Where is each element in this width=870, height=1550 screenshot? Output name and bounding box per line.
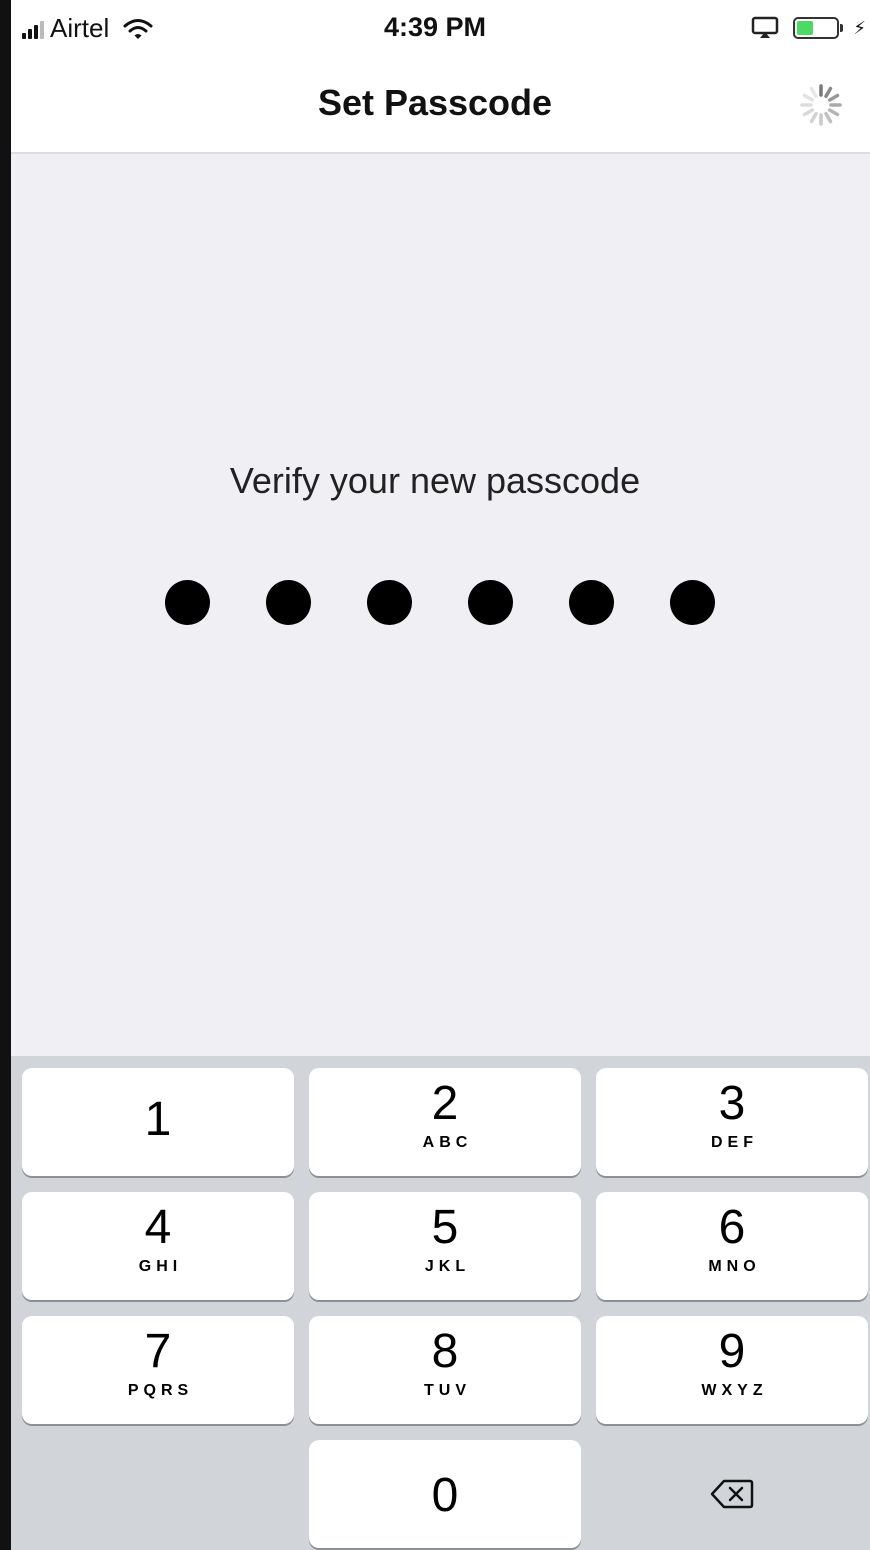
key-digit: 0 [431, 1469, 459, 1522]
key-digit: 4 [144, 1201, 172, 1254]
key-digit: 9 [718, 1325, 746, 1378]
spinner-icon [800, 84, 842, 126]
key-letters: PQRS [127, 1382, 194, 1399]
battery-icon [793, 17, 844, 39]
page-title: Set Passcode [317, 82, 553, 123]
key-7[interactable]: 7 PQRS [22, 1316, 294, 1424]
key-digit: 2 [431, 1077, 459, 1130]
key-digit: 1 [144, 1093, 172, 1146]
key-6[interactable]: 6 MNO [596, 1192, 868, 1300]
key-digit: 6 [718, 1201, 746, 1254]
navigation-bar: Set Passcode [0, 56, 870, 154]
key-digit: 3 [718, 1077, 746, 1130]
status-time: 4:39 PM [383, 12, 487, 42]
key-1[interactable]: 1 [22, 1068, 294, 1176]
key-letters: TUV [424, 1382, 471, 1399]
key-letters: WXYZ [701, 1382, 768, 1399]
key-letters: GHI [138, 1258, 183, 1275]
key-0[interactable]: 0 [309, 1440, 581, 1548]
key-digit: 8 [431, 1325, 459, 1378]
passcode-dot [165, 580, 210, 625]
numeric-keypad: 1 2 ABC 3 DEF 4 GHI 5 JKL 6 MNO 7 PQRS 8… [0, 1056, 870, 1550]
status-right-icons: ⚡ [751, 16, 866, 40]
screen-mirroring-icon [752, 16, 779, 38]
passcode-dot [670, 580, 715, 625]
device-frame-edge [0, 0, 11, 1550]
key-digit: 7 [144, 1325, 172, 1378]
passcode-dot [569, 580, 614, 625]
backspace-icon [710, 1479, 754, 1509]
key-8[interactable]: 8 TUV [309, 1316, 581, 1424]
passcode-dot [468, 580, 513, 625]
charging-icon: ⚡ [853, 18, 866, 38]
key-letters: MNO [708, 1258, 761, 1275]
delete-button[interactable] [596, 1440, 868, 1548]
status-bar: Airtel 4:39 PM ⚡ [0, 0, 870, 56]
key-letters: DEF [711, 1134, 758, 1151]
passcode-dots [0, 580, 870, 625]
key-4[interactable]: 4 GHI [22, 1192, 294, 1300]
key-letters: JKL [424, 1258, 471, 1275]
passcode-prompt: Verify your new passcode [229, 460, 641, 501]
key-letters: ABC [422, 1134, 473, 1151]
passcode-dot [367, 580, 412, 625]
passcode-dot [266, 580, 311, 625]
key-digit: 5 [431, 1201, 459, 1254]
key-9[interactable]: 9 WXYZ [596, 1316, 868, 1424]
key-3[interactable]: 3 DEF [596, 1068, 868, 1176]
key-5[interactable]: 5 JKL [309, 1192, 581, 1300]
passcode-screen: Airtel 4:39 PM ⚡ Set Passcode Verify you… [0, 0, 870, 1550]
key-2[interactable]: 2 ABC [309, 1068, 581, 1176]
